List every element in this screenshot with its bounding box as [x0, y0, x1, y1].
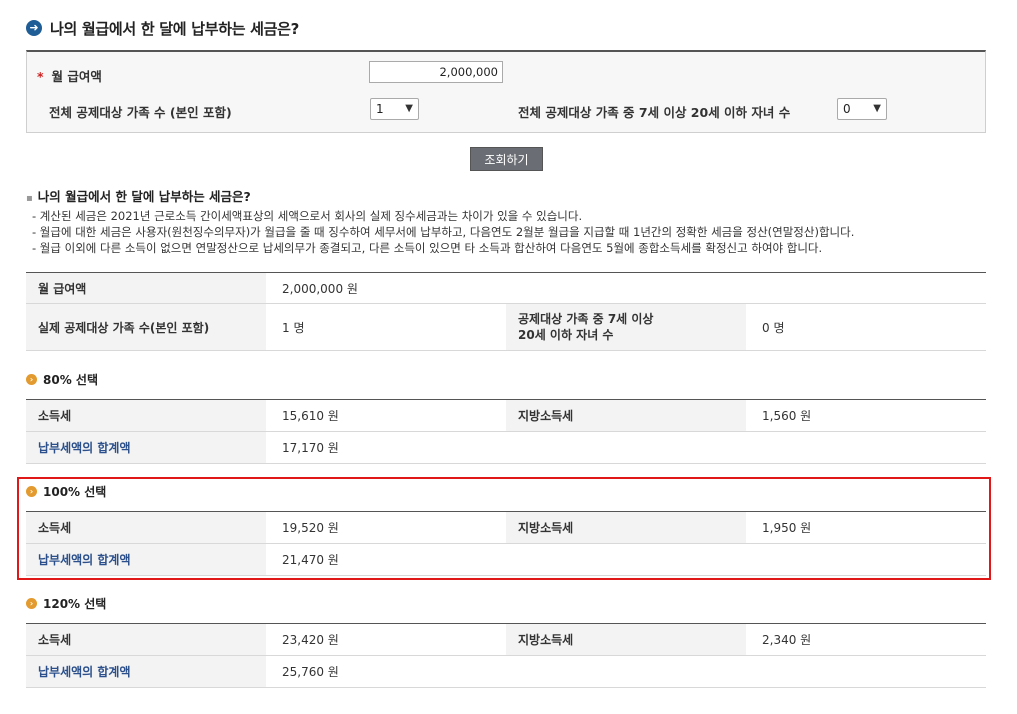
table-row: 월 급여액 2,000,000 원 [26, 272, 986, 304]
table-row: 소득세 23,420 원 지방소득세 2,340 원 [26, 623, 986, 656]
input-form: * 월 급여액 전체 공제대상 가족 수 (본인 포함) 1 ▼ 전체 공제대상 … [26, 50, 986, 133]
page-title: 나의 월급에서 한 달에 납부하는 세금은? [50, 19, 300, 38]
page-title-row: ➜ 나의 월급에서 한 달에 납부하는 세금은? [26, 17, 299, 39]
highlight-box [17, 477, 991, 580]
chevron-right-circle-icon: › [26, 598, 37, 609]
local-tax-value: 1,560 원 [746, 399, 986, 432]
section-title-text: 80% 선택 [43, 373, 98, 387]
total-tax-value: 25,760 원 [266, 655, 986, 688]
income-tax-value: 23,420 원 [266, 623, 506, 656]
salary-label-row: * 월 급여액 [37, 66, 102, 85]
summary-children-label-line1: 공제대상 가족 중 7세 이상 [518, 312, 654, 326]
section-120-title: › 120% 선택 [26, 595, 106, 612]
salary-label: 월 급여액 [51, 69, 102, 84]
total-tax-value: 17,170 원 [266, 431, 986, 464]
local-tax-label: 지방소득세 [506, 623, 746, 656]
table-row: 납부세액의 합계액 25,760 원 [26, 655, 986, 688]
chevron-right-circle-icon: › [26, 374, 37, 385]
bullet-icon: ▪ [26, 193, 33, 204]
note-item: - 월급 이외에 다른 소득이 없으면 연말정산으로 납세의무가 종결되고, 다… [32, 241, 823, 255]
children-count-value: 0 [843, 102, 851, 116]
family-count-value: 1 [376, 102, 384, 116]
summary-family-value: 1 명 [266, 303, 506, 351]
summary-children-label-line2: 20세 이하 자녀 수 [518, 328, 614, 342]
summary-salary-label: 월 급여액 [26, 272, 266, 304]
chevron-down-icon: ▼ [873, 103, 881, 114]
local-tax-value: 2,340 원 [746, 623, 986, 656]
section-80-table: 소득세 15,610 원 지방소득세 1,560 원 납부세액의 합계액 17,… [26, 399, 986, 464]
family-count-select[interactable]: 1 ▼ [370, 98, 419, 120]
summary-table: 월 급여액 2,000,000 원 실제 공제대상 가족 수(본인 포함) 1 … [26, 272, 986, 351]
section-80-title: › 80% 선택 [26, 371, 98, 388]
note-item: - 계산된 세금은 2021년 근로소득 간이세액표상의 세액으로서 회사의 실… [32, 209, 583, 223]
children-count-select[interactable]: 0 ▼ [837, 98, 887, 120]
table-row: 실제 공제대상 가족 수(본인 포함) 1 명 공제대상 가족 중 7세 이상 … [26, 303, 986, 351]
total-tax-label: 납부세액의 합계액 [26, 655, 266, 688]
required-mark: * [37, 69, 44, 84]
arrow-right-circle-icon: ➜ [26, 20, 42, 36]
total-tax-label: 납부세액의 합계액 [26, 431, 266, 464]
section-120-table: 소득세 23,420 원 지방소득세 2,340 원 납부세액의 합계액 25,… [26, 623, 986, 688]
summary-family-label: 실제 공제대상 가족 수(본인 포함) [26, 303, 266, 351]
salary-input[interactable] [369, 61, 503, 83]
income-tax-label: 소득세 [26, 623, 266, 656]
result-subtitle-row: ▪ 나의 월급에서 한 달에 납부하는 세금은? [26, 186, 251, 205]
table-row: 납부세액의 합계액 17,170 원 [26, 431, 986, 464]
section-title-text: 120% 선택 [43, 597, 107, 611]
local-tax-label: 지방소득세 [506, 399, 746, 432]
summary-salary-value: 2,000,000 원 [266, 272, 986, 304]
result-subtitle: 나의 월급에서 한 달에 납부하는 세금은? [37, 189, 251, 204]
chevron-down-icon: ▼ [405, 103, 413, 114]
family-count-label: 전체 공제대상 가족 수 (본인 포함) [49, 105, 232, 120]
inquiry-button[interactable]: 조회하기 [470, 147, 543, 171]
summary-children-label: 공제대상 가족 중 7세 이상 20세 이하 자녀 수 [506, 303, 746, 351]
notes-list: - 계산된 세금은 2021년 근로소득 간이세액표상의 세액으로서 회사의 실… [32, 208, 854, 256]
income-tax-label: 소득세 [26, 399, 266, 432]
summary-children-value: 0 명 [746, 303, 986, 351]
note-item: - 월급에 대한 세금은 사용자(원천징수의무자)가 월급을 줄 때 징수하여 … [32, 225, 855, 239]
income-tax-value: 15,610 원 [266, 399, 506, 432]
children-count-label: 전체 공제대상 가족 중 7세 이상 20세 이하 자녀 수 [518, 105, 791, 120]
table-row: 소득세 15,610 원 지방소득세 1,560 원 [26, 399, 986, 432]
